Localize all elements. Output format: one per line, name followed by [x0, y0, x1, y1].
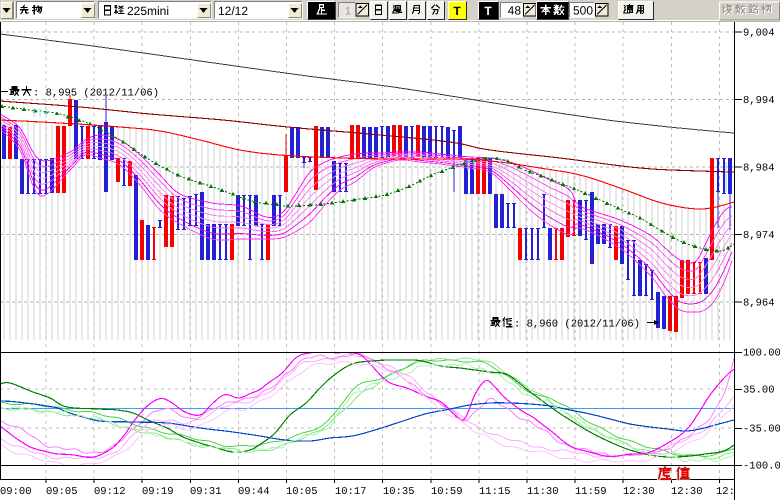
svg-text:10:17: 10:17: [335, 486, 367, 498]
svg-text:11:59: 11:59: [575, 486, 607, 498]
svg-text:09:44: 09:44: [238, 486, 270, 498]
svg-text:12:30: 12:30: [671, 486, 703, 498]
svg-text:100.00: 100.00: [743, 348, 780, 360]
svg-text:T: T: [453, 4, 461, 18]
svg-text:12:30: 12:30: [623, 486, 655, 498]
svg-text:8,964: 8,964: [743, 298, 775, 310]
svg-text:09:00: 09:00: [0, 486, 32, 498]
svg-text:11:15: 11:15: [479, 486, 511, 498]
svg-text:T: T: [484, 4, 492, 18]
svg-text:-35.00: -35.00: [743, 424, 780, 436]
svg-text:8,974: 8,974: [743, 230, 775, 242]
svg-text:12/12: 12/12: [218, 4, 248, 18]
svg-text:1: 1: [345, 6, 351, 18]
svg-text:: 8,995 (2012/11/06): : 8,995 (2012/11/06): [33, 88, 159, 100]
svg-text:225mini: 225mini: [127, 4, 169, 18]
svg-text:9,004: 9,004: [743, 28, 775, 40]
svg-text:: 8,960 (2012/11/06): : 8,960 (2012/11/06): [514, 319, 640, 331]
svg-text:09:05: 09:05: [46, 486, 78, 498]
svg-text:10:05: 10:05: [286, 486, 318, 498]
svg-text:-100.00: -100.00: [743, 461, 780, 473]
svg-text:09:31: 09:31: [190, 486, 222, 498]
svg-text:09:12: 09:12: [94, 486, 126, 498]
svg-text:10:35: 10:35: [383, 486, 415, 498]
svg-text:48: 48: [508, 4, 522, 18]
svg-text:500: 500: [573, 4, 593, 18]
svg-text:8,994: 8,994: [743, 95, 775, 107]
svg-text:09:19: 09:19: [142, 486, 174, 498]
svg-text:8,984: 8,984: [743, 163, 775, 175]
svg-text:35.00: 35.00: [743, 385, 775, 397]
svg-text:10:59: 10:59: [431, 486, 463, 498]
svg-text:11:30: 11:30: [527, 486, 559, 498]
